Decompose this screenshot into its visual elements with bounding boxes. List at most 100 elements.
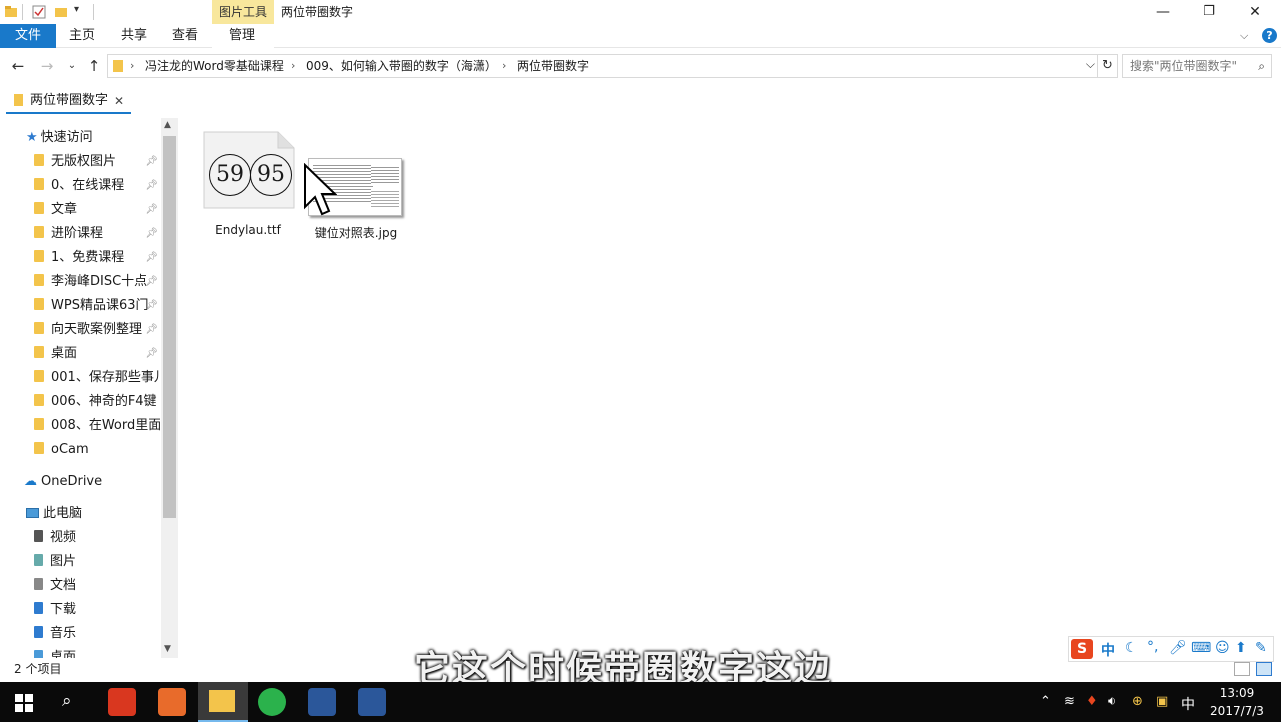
- chevron-right-icon[interactable]: ›: [291, 59, 295, 72]
- windows-start-icon[interactable]: [15, 694, 33, 712]
- nav-quick-access-item[interactable]: 001、保存那些事儿: [34, 366, 160, 390]
- app-tray-icon[interactable]: ⊕: [1132, 694, 1143, 709]
- pin-icon[interactable]: 📌︎: [145, 222, 158, 246]
- browser-app-icon[interactable]: [258, 688, 286, 716]
- app-tray-icon[interactable]: ▣: [1156, 694, 1168, 709]
- file-item[interactable]: 59 95 Endylau.ttf: [198, 130, 298, 237]
- search-icon[interactable]: ⌕: [62, 691, 72, 711]
- navigation-pane: ★ 快速访问 无版权图片 📌︎ 0、在线课程 📌︎ 文章 📌︎ 进阶课程 📌︎ 1、免费课程 📌︎ 李…: [0, 118, 180, 658]
- pin-icon[interactable]: 📌︎: [145, 294, 158, 318]
- scroll-down-icon[interactable]: ▼: [164, 644, 171, 654]
- ocam-app-icon[interactable]: [108, 688, 136, 716]
- nav-quick-access-item[interactable]: oCam: [34, 438, 160, 462]
- breadcrumb-lesson[interactable]: 009、如何输入带圈的数字（海潇）: [306, 55, 497, 77]
- nav-quick-access-item[interactable]: WPS精品课63门 📌︎: [34, 294, 160, 318]
- nav-this-pc-item[interactable]: 音乐: [34, 622, 160, 646]
- pin-icon[interactable]: 📌︎: [145, 150, 158, 174]
- address-dropdown-icon[interactable]: ⌵: [1086, 57, 1095, 72]
- tab-file[interactable]: 文件: [0, 24, 56, 48]
- clock[interactable]: 13:09 2017/7/3: [1206, 684, 1268, 720]
- details-view-icon[interactable]: [1234, 662, 1250, 676]
- nav-quick-access-item[interactable]: 无版权图片 📌︎: [34, 150, 160, 174]
- up-icon[interactable]: ↑: [85, 56, 103, 76]
- pin-icon[interactable]: 📌︎: [145, 246, 158, 270]
- scroll-up-icon[interactable]: ▲: [164, 120, 171, 130]
- back-icon[interactable]: ←: [9, 56, 27, 76]
- tab-view[interactable]: 查看: [172, 24, 198, 48]
- nav-quick-access-item[interactable]: 李海峰DISC十点 📌︎: [34, 270, 160, 294]
- breadcrumb-current[interactable]: 两位带圈数字: [517, 55, 589, 77]
- scroll-thumb[interactable]: [163, 136, 176, 518]
- close-button[interactable]: ✕: [1232, 0, 1278, 24]
- nav-quick-access-item[interactable]: 文章 📌︎: [34, 198, 160, 222]
- breadcrumb-course[interactable]: 冯注龙的Word零基础课程: [145, 55, 284, 77]
- search-input[interactable]: 搜索"两位带圈数字" ⌕: [1122, 54, 1272, 78]
- folder-icon: [34, 250, 44, 262]
- nav-item-label: oCam: [51, 442, 89, 457]
- customize-quick-access-icon[interactable]: ▾: [74, 4, 88, 18]
- folder-icon: [34, 322, 44, 334]
- folder-tab[interactable]: 两位带圈数字 ✕: [6, 88, 131, 114]
- nav-this-pc-item[interactable]: 文档: [34, 574, 160, 598]
- nav-this-pc-item[interactable]: 视频: [34, 526, 160, 550]
- nav-item-label: 1、免费课程: [51, 250, 125, 265]
- word-document-icon[interactable]: [358, 688, 386, 716]
- large-icons-view-icon[interactable]: [1256, 662, 1272, 676]
- maximize-button[interactable]: ❐: [1186, 0, 1232, 24]
- nav-this-pc-item[interactable]: 图片: [34, 550, 160, 574]
- sogou-logo-icon[interactable]: S: [1071, 639, 1093, 659]
- expand-ribbon-icon[interactable]: ⌵: [1240, 24, 1248, 48]
- show-hidden-icons-icon[interactable]: ⌃: [1040, 694, 1051, 709]
- half-width-icon[interactable]: ☾: [1125, 640, 1138, 656]
- punctuation-icon[interactable]: °,: [1147, 639, 1158, 655]
- word-app-icon[interactable]: [308, 688, 336, 716]
- minimize-button[interactable]: —: [1140, 0, 1186, 24]
- pin-icon[interactable]: 📌︎: [145, 198, 158, 222]
- close-tab-icon[interactable]: ✕: [114, 88, 124, 114]
- nav-quick-access-item[interactable]: 008、在Word里面汶: [34, 414, 160, 438]
- properties-icon[interactable]: [32, 5, 46, 19]
- nav-this-pc[interactable]: 此电脑: [26, 502, 180, 526]
- ime-mode-toggle[interactable]: 中: [1101, 640, 1115, 660]
- tab-share[interactable]: 共享: [121, 24, 147, 48]
- microphone-icon[interactable]: 🎤︎: [1169, 640, 1187, 656]
- address-bar[interactable]: › 冯注龙的Word零基础课程 › 009、如何输入带圈的数字（海潇） › 两位…: [107, 54, 1118, 78]
- keyboard-icon[interactable]: ⌨: [1191, 640, 1211, 656]
- nav-quick-access[interactable]: ★ 快速访问: [26, 126, 180, 150]
- refresh-icon[interactable]: ↻: [1097, 55, 1117, 77]
- tab-manage[interactable]: 管理: [229, 24, 255, 48]
- pin-icon[interactable]: 📌︎: [145, 318, 158, 342]
- ime-indicator[interactable]: 中: [1181, 694, 1195, 714]
- chevron-right-icon[interactable]: ›: [130, 59, 134, 72]
- pin-icon[interactable]: 📌︎: [145, 270, 158, 294]
- nav-quick-access-item[interactable]: 桌面 📌︎: [34, 342, 160, 366]
- search-icon[interactable]: ⌕: [1258, 55, 1265, 77]
- nav-quick-access-item[interactable]: 进阶课程 📌︎: [34, 222, 160, 246]
- help-icon[interactable]: ?: [1262, 28, 1277, 43]
- wifi-icon[interactable]: ≋: [1064, 694, 1075, 709]
- powerpoint-app-icon[interactable]: [158, 688, 186, 716]
- tab-home[interactable]: 主页: [69, 24, 95, 48]
- skin-icon[interactable]: ⬆: [1235, 640, 1247, 656]
- forward-icon[interactable]: →: [38, 56, 56, 76]
- pin-icon[interactable]: 📌︎: [145, 342, 158, 366]
- recent-locations-icon[interactable]: ⌄: [63, 56, 81, 76]
- new-folder-icon[interactable]: [54, 5, 68, 19]
- nav-scrollbar[interactable]: ▲ ▼: [161, 118, 178, 658]
- volume-icon[interactable]: 🔉︎: [1108, 694, 1116, 709]
- nav-this-pc-item[interactable]: 桌面: [34, 646, 160, 658]
- nav-quick-access-item[interactable]: 1、免费课程 📌︎: [34, 246, 160, 270]
- nav-this-pc-item[interactable]: 下载: [34, 598, 160, 622]
- nav-onedrive[interactable]: ☁ OneDrive: [24, 470, 180, 494]
- nav-quick-access-item[interactable]: 向天歌案例整理 📌︎: [34, 318, 160, 342]
- app-tray-icon[interactable]: ♦: [1086, 694, 1098, 709]
- circled-number: 95: [250, 154, 292, 196]
- nav-quick-access-item[interactable]: 006、神奇的F4键（: [34, 390, 160, 414]
- settings-icon[interactable]: ✎: [1255, 640, 1267, 656]
- chevron-right-icon[interactable]: ›: [502, 59, 506, 72]
- user-icon[interactable]: ☺: [1215, 640, 1230, 656]
- file-explorer-taskbar-button[interactable]: [198, 682, 248, 722]
- nav-item-label: 0、在线课程: [51, 178, 125, 193]
- nav-quick-access-item[interactable]: 0、在线课程 📌︎: [34, 174, 160, 198]
- pin-icon[interactable]: 📌︎: [145, 174, 158, 198]
